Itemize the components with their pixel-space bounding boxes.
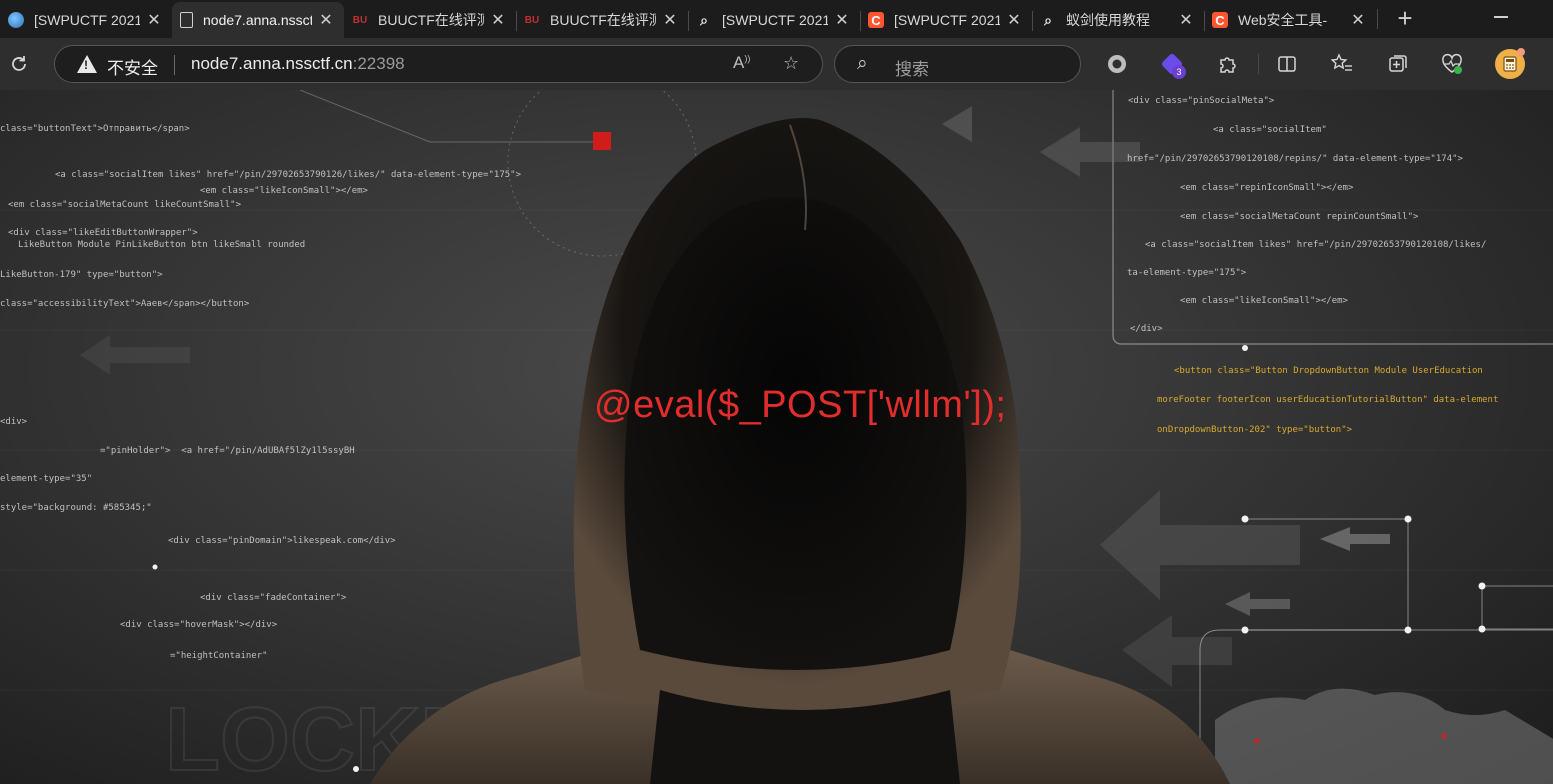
url-host: node7.anna.nssctf.cn (191, 54, 353, 73)
extensions-button[interactable] (1213, 50, 1241, 78)
new-tab-button[interactable]: + (1390, 4, 1420, 34)
search-icon: ⌕ (700, 11, 708, 28)
eval-payload-text: @eval($_POST['wllm']); (594, 384, 1007, 426)
code-line: LikeButton Module PinLikeButton btn like… (18, 240, 306, 250)
tab-title: BUUCTF在线评测 (550, 12, 656, 28)
code-line: href="/pin/29702653790120108/repins/" da… (1127, 154, 1463, 164)
favorite-star-icon[interactable]: ☆ (783, 53, 799, 74)
code-line: <div class="pinSocialMeta"> (1128, 96, 1275, 106)
extension-badge: 3 (1172, 65, 1186, 79)
refresh-icon (12, 56, 26, 71)
url-text[interactable]: node7.anna.nssctf.cn:22398 (191, 54, 405, 74)
record-icon (1108, 55, 1126, 73)
tab-title: [SWPUCTF 2021 (894, 12, 1000, 28)
code-line: <a class="socialItem likes" href="/pin/2… (55, 170, 521, 180)
search-placeholder: 搜索 (895, 60, 929, 79)
tab-title: [SWPUCTF 2021 (34, 12, 140, 28)
csdn-icon: C (868, 12, 884, 28)
search-icon: ⌕ (857, 53, 868, 74)
code-line: </div> (1130, 324, 1163, 334)
code-line: ="pinHolder"> <a href="/pin/AdUBAf5lZy1l… (100, 446, 355, 456)
split-screen-button[interactable] (1273, 50, 1301, 78)
code-line: <a class="socialItem" (1213, 125, 1327, 135)
tab-close-icon[interactable]: ✕ (662, 10, 678, 30)
tab-title: [SWPUCTF 2021 (722, 12, 828, 28)
code-line: class="buttonText">Отправить</span> (0, 124, 190, 134)
code-line: ="heightContainer" (170, 651, 268, 661)
address-separator (174, 55, 175, 75)
record-extension-button[interactable] (1103, 50, 1131, 78)
browser-toolbar: 不安全 node7.anna.nssctf.cn:22398 A)) ☆ ⌕ 搜… (0, 38, 1553, 90)
favorites-button[interactable] (1328, 50, 1356, 78)
favorites-icon (1331, 53, 1352, 71)
code-line-highlighted: moreFooter footerIcon userEducationTutor… (1157, 395, 1499, 405)
collections-button[interactable] (1384, 50, 1412, 78)
puzzle-icon (1220, 57, 1236, 73)
tab-close-icon[interactable]: ✕ (1006, 10, 1022, 30)
tab-close-icon[interactable]: ✕ (1178, 10, 1194, 30)
toolbar-divider (1258, 54, 1259, 74)
code-line: <div class="fadeContainer"> (200, 593, 347, 603)
status-dot (1454, 66, 1462, 74)
address-bar[interactable]: 不安全 node7.anna.nssctf.cn:22398 A)) ☆ (54, 45, 823, 83)
minimize-button[interactable] (1494, 16, 1508, 18)
extension-gem-button[interactable]: 3 (1158, 50, 1186, 79)
security-label[interactable]: 不安全 (107, 54, 158, 79)
code-line: <em class="socialMetaCount likeCountSmal… (8, 200, 241, 210)
url-port: :22398 (352, 54, 405, 73)
tab-close-icon[interactable]: ✕ (490, 10, 506, 30)
buuctf-icon: BU (352, 14, 368, 26)
tab-title: Web安全工具- (1238, 12, 1328, 28)
code-line: <em class="repinIconSmall"></em> (1180, 183, 1354, 193)
code-line: <div class="likeEditButtonWrapper"> (8, 228, 198, 238)
globe-icon (8, 12, 24, 28)
split-screen-icon (1278, 56, 1296, 72)
page-viewport: LOCKE class="buttonText">Отправить</span… (0, 90, 1553, 784)
code-line: <div class="pinDomain">likespeak.com</di… (168, 536, 396, 546)
code-line-highlighted: onDropdownButton-202" type="button"> (1157, 425, 1353, 435)
tab-close-icon[interactable]: ✕ (1350, 10, 1366, 30)
code-line: <em class="likeIconSmall"></em> (1180, 296, 1348, 306)
code-line: <em class="likeIconSmall"></em> (200, 186, 368, 196)
code-line: element-type="35" (0, 474, 93, 484)
search-icon: ⌕ (1044, 11, 1052, 28)
refresh-button[interactable] (5, 50, 33, 78)
tab-title: BUUCTF在线评测 (378, 12, 484, 28)
tab-5[interactable]: C [SWPUCTF 2021 ✕ (860, 2, 1032, 38)
tab-4[interactable]: ⌕ [SWPUCTF 2021 ✕ (688, 2, 860, 38)
tab-strip: [SWPUCTF 2021✕node7.anna.nssctf.cn:22398… (0, 0, 1553, 38)
buuctf-icon: BU (524, 14, 540, 26)
code-line: class="accessibilityText">Ааев</span></b… (0, 299, 250, 309)
tab-title: 蚁剑使用教程 (1066, 12, 1150, 28)
tab-1[interactable]: node7.anna.nssctf.cn:22398 ✕ (172, 2, 344, 38)
tabs-container: [SWPUCTF 2021✕node7.anna.nssctf.cn:22398… (0, 0, 1376, 38)
tab-7[interactable]: C Web安全工具- ✕ (1204, 2, 1376, 38)
tab-close-icon[interactable]: ✕ (318, 10, 334, 30)
csdn-icon: C (1212, 12, 1228, 28)
code-line: <em class="socialMetaCount repinCountSma… (1180, 212, 1419, 222)
code-line: <div> (0, 417, 28, 427)
code-line: LikeButton-179" type="button"> (0, 270, 163, 280)
code-line: ta-element-type="175"> (1127, 268, 1247, 278)
tab-0[interactable]: [SWPUCTF 2021 ✕ (0, 2, 172, 38)
browser-essentials-button[interactable] (1438, 50, 1466, 78)
warning-icon[interactable] (77, 55, 97, 73)
calculator-icon (1503, 56, 1517, 72)
tab-6[interactable]: ⌕ 蚁剑使用教程 ✕ (1032, 2, 1204, 38)
code-line: <a class="socialItem likes" href="/pin/2… (1145, 240, 1487, 250)
page-icon (180, 12, 193, 28)
code-line: <div class="hoverMask"></div> (120, 620, 278, 630)
search-box[interactable]: ⌕ 搜索 (834, 45, 1081, 83)
tab-3[interactable]: BU BUUCTF在线评测 ✕ (516, 2, 688, 38)
tab-close-icon[interactable]: ✕ (146, 10, 162, 30)
read-aloud-icon[interactable]: A)) (733, 53, 750, 73)
tab-divider (1377, 9, 1378, 29)
notification-dot (1517, 48, 1525, 56)
collections-icon (1389, 55, 1407, 72)
code-line: style="background: #585345;" (0, 503, 152, 513)
code-line-highlighted: <button class="Button DropdownButton Mod… (1174, 366, 1483, 376)
tab-close-icon[interactable]: ✕ (834, 10, 850, 30)
tab-title: node7.anna.nssctf.cn:22398 (203, 12, 312, 28)
tab-2[interactable]: BU BUUCTF在线评测 ✕ (344, 2, 516, 38)
